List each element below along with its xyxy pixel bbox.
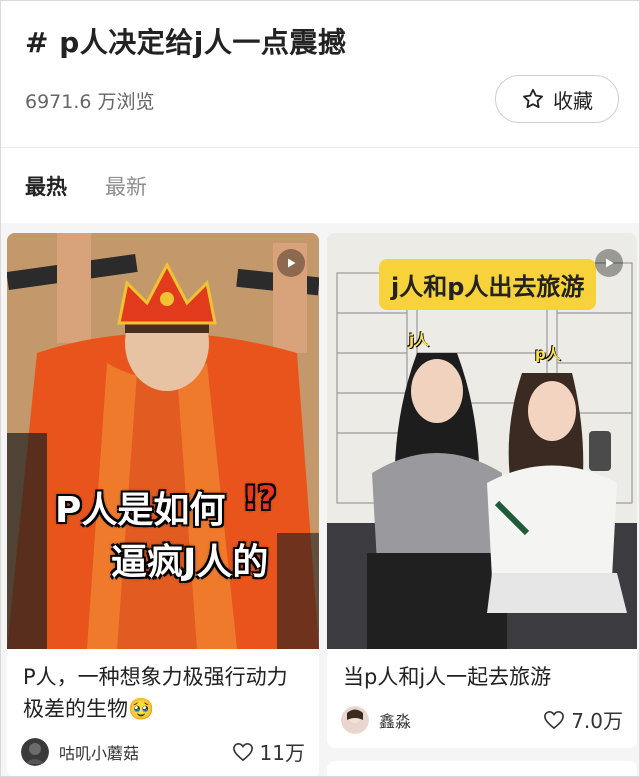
video-badge xyxy=(277,249,305,277)
topic-title: # p人决定给j人一点震撼 xyxy=(25,26,347,59)
cover-illustration xyxy=(7,233,319,649)
tab-hot[interactable]: 最热 xyxy=(25,171,67,201)
author-row: 鑫淼 7.0万 xyxy=(341,705,623,734)
star-icon xyxy=(523,88,543,109)
cover-caption-marks: !? xyxy=(243,479,277,517)
heart-icon xyxy=(232,742,253,761)
post-card[interactable]: P人是如何 !? 逼疯J人的 P人，一种想象力极强行动力极差的生物🥹 咕叽小蘑菇… xyxy=(7,233,319,776)
post-cover-image[interactable]: P人是如何 !? 逼疯J人的 xyxy=(7,233,319,649)
header-divider xyxy=(1,147,639,148)
tab-new[interactable]: 最新 xyxy=(105,171,147,201)
video-badge xyxy=(595,249,623,277)
like-count: 11万 xyxy=(259,741,305,765)
like-button[interactable]: 7.0万 xyxy=(543,705,623,734)
favorite-label: 收藏 xyxy=(553,88,593,113)
like-count: 7.0万 xyxy=(571,709,623,733)
view-count: 6971.6 万浏览 xyxy=(25,91,155,113)
post-title[interactable]: P人，一种想象力极强行动力极差的生物🥹 xyxy=(7,649,319,725)
author-row: 咕叽小蘑菇 11万 xyxy=(21,737,305,766)
next-post-card-peek[interactable] xyxy=(327,761,637,776)
avatar[interactable] xyxy=(21,737,49,766)
cover-caption-line2: 逼疯J人的 xyxy=(111,542,269,583)
author-name[interactable]: 鑫淼 xyxy=(379,708,543,732)
cover-label-p: p人 xyxy=(535,345,561,363)
topic-page: # p人决定给j人一点震撼 6971.6 万浏览 收藏 最热 最新 P人是如何 … xyxy=(0,0,640,777)
post-card[interactable]: j人和p人出去旅游 j人 p人 当p人和j人一起去旅游 鑫淼 7.0万 xyxy=(327,233,637,748)
play-icon xyxy=(288,258,296,268)
avatar[interactable] xyxy=(341,705,369,734)
author-name[interactable]: 咕叽小蘑菇 xyxy=(59,740,232,764)
favorite-button[interactable]: 收藏 xyxy=(495,75,619,123)
play-icon xyxy=(606,258,614,268)
post-title[interactable]: 当p人和j人一起去旅游 xyxy=(327,649,637,693)
like-button[interactable]: 11万 xyxy=(232,737,305,766)
cover-caption-line1: P人是如何 xyxy=(55,490,226,531)
cover-label-j: j人 xyxy=(409,331,430,349)
post-cover-image[interactable]: j人和p人出去旅游 j人 p人 xyxy=(327,233,637,649)
heart-icon xyxy=(544,710,565,729)
cover-banner: j人和p人出去旅游 xyxy=(379,259,597,310)
